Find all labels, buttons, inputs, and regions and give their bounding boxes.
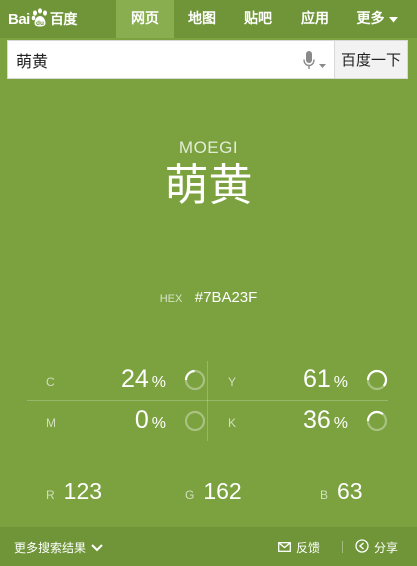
cmyk-grid: C 24% Y 61% M 0% K 36%: [27, 361, 388, 441]
ring-track: [184, 410, 206, 432]
voice-search[interactable]: [303, 51, 326, 74]
microphone-icon: [303, 51, 315, 74]
rgb-label: G: [185, 488, 195, 502]
caret-down-icon: [319, 53, 326, 72]
percent-sign: %: [333, 415, 348, 432]
share-label: 分享: [374, 541, 399, 555]
rgb-red: R 123: [46, 478, 102, 505]
nav-tieba[interactable]: 贴吧: [230, 0, 286, 38]
baidu-logo[interactable]: Bai du 百度: [8, 6, 77, 32]
cmyk-number: 61: [302, 365, 331, 393]
baidu-paw-icon: du: [31, 7, 49, 31]
rgb-label: R: [46, 488, 55, 502]
cmyk-key: K 36%: [228, 402, 388, 440]
cyan-ring-icon: [184, 369, 206, 391]
rgb-value: 162: [203, 478, 242, 504]
rgb-label: B: [320, 488, 329, 502]
cmyk-number: 36: [302, 406, 331, 434]
cmyk-label: C: [46, 375, 55, 389]
hex-label: HEX: [159, 293, 183, 305]
cmyk-value: 61%: [303, 365, 348, 394]
search-button[interactable]: 百度一下: [334, 40, 408, 79]
more-results-label: 更多搜索结果: [14, 541, 87, 555]
hex-value: #7BA23F: [194, 289, 258, 306]
rgb-blue: B 63: [320, 478, 363, 505]
cmyk-number: 24: [120, 365, 149, 393]
rgb-value: 123: [63, 478, 103, 504]
nav-more[interactable]: 更多: [344, 0, 410, 38]
nav-apps[interactable]: 应用: [286, 0, 344, 38]
cmyk-yellow: Y 61%: [228, 361, 388, 399]
rgb-green: G 162: [185, 478, 242, 505]
magenta-ring-icon: [184, 410, 206, 432]
feedback-link[interactable]: 反馈: [278, 539, 320, 556]
chevron-down-icon: [91, 541, 103, 555]
chevron-down-icon: [388, 0, 398, 38]
yellow-ring-icon: [366, 369, 388, 391]
nav-more-label: 更多: [356, 11, 385, 27]
mail-icon: [278, 541, 291, 555]
color-name: 萌黄: [164, 160, 253, 211]
percent-sign: %: [151, 415, 166, 432]
feedback-label: 反馈: [296, 541, 321, 555]
logo-text-baidu: 百度: [49, 11, 78, 27]
cmyk-number: 0: [134, 406, 149, 434]
top-bar: Bai du 百度 网页 地图 贴吧 应用 更多: [0, 0, 417, 38]
cmyk-label: Y: [228, 375, 237, 389]
percent-sign: %: [151, 374, 166, 391]
search-input[interactable]: [8, 41, 278, 78]
cmyk-label: M: [46, 416, 56, 430]
share-icon: [355, 539, 369, 556]
color-romaji: MOEGI: [178, 138, 239, 157]
share-link[interactable]: 分享: [355, 539, 398, 556]
cmyk-magenta: M 0%: [46, 402, 206, 440]
rgb-value: 63: [337, 478, 363, 504]
svg-text:du: du: [36, 19, 44, 26]
hex-row: HEX #7BA23F: [0, 289, 417, 307]
logo-text-bai: Bai: [8, 10, 30, 28]
cmyk-value: 24%: [121, 365, 166, 394]
cmyk-value: 36%: [303, 406, 348, 435]
footer-divider: [342, 541, 343, 553]
footer-bar: 更多搜索结果 反馈 分享: [0, 527, 417, 566]
cmyk-label: K: [228, 416, 237, 430]
grid-divider-vertical: [207, 361, 208, 441]
more-results-link[interactable]: 更多搜索结果: [14, 539, 103, 556]
cmyk-value: 0%: [135, 406, 166, 435]
cmyk-cyan: C 24%: [46, 361, 206, 399]
nav-web[interactable]: 网页: [116, 0, 174, 38]
top-nav: 网页 地图 贴吧 应用 更多: [116, 0, 410, 38]
key-ring-icon: [366, 410, 388, 432]
search-box: [7, 40, 334, 79]
nav-map[interactable]: 地图: [174, 0, 230, 38]
percent-sign: %: [333, 374, 348, 391]
search-bar: 百度一下: [7, 40, 408, 79]
rgb-row: R 123 G 162 B 63: [0, 478, 417, 508]
